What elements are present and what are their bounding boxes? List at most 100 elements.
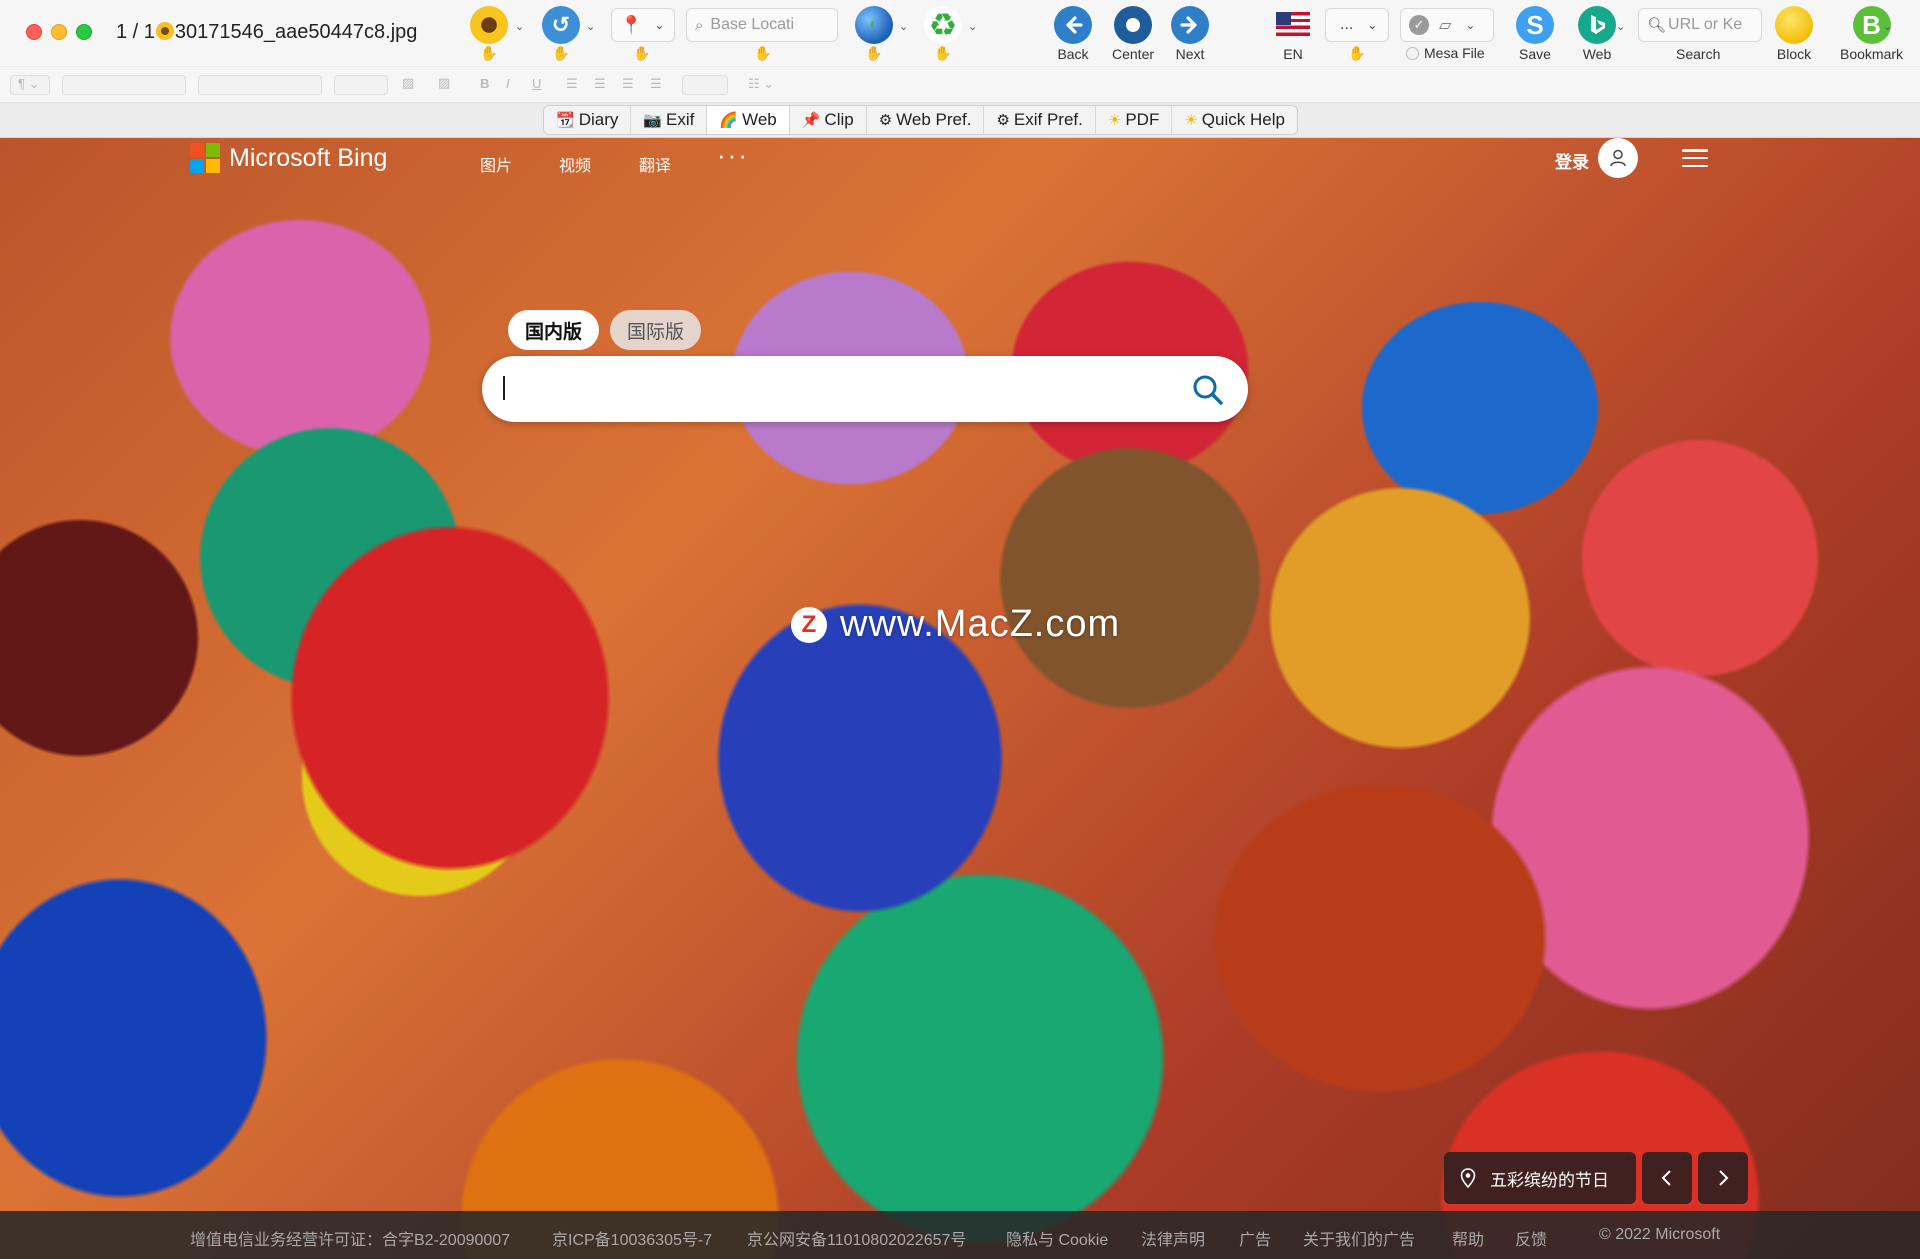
mesa-file-option[interactable]: Mesa File — [1406, 45, 1485, 61]
search-icon: ⌕ — [695, 16, 704, 34]
footer-privacy-link[interactable]: 隐私与 Cookie — [1006, 1226, 1108, 1250]
align-right-icon[interactable]: ☰ — [622, 76, 634, 92]
window-close-button[interactable] — [26, 24, 42, 40]
mesa-file-dropdown[interactable]: ✓ ▱ ⌄ — [1400, 8, 1494, 42]
next-image-button[interactable] — [1698, 1152, 1748, 1204]
list-icon[interactable]: ☷ ⌄ — [748, 76, 774, 92]
block-button[interactable]: Block — [1775, 6, 1813, 62]
tab-web[interactable]: 🌈 Web — [707, 106, 790, 134]
chevron-down-icon[interactable]: ⌄ — [1883, 20, 1892, 33]
footer: 增值电信业务经营许可证：合字B2-20090007 京ICP备10036305号… — [0, 1211, 1920, 1259]
search-icon[interactable] — [1190, 372, 1226, 408]
font-family-select[interactable] — [62, 75, 186, 95]
highlight-color-icon[interactable]: ▨ — [438, 75, 450, 91]
web-button[interactable]: Web — [1578, 6, 1616, 62]
tab-diary[interactable]: 📆 Diary — [544, 106, 632, 134]
font-style-select[interactable] — [198, 75, 322, 95]
avatar[interactable] — [1598, 138, 1638, 178]
window-zoom-button[interactable] — [76, 24, 92, 40]
microsoft-logo-icon — [190, 143, 220, 173]
font-size-select[interactable] — [334, 75, 388, 95]
save-label: Save — [1519, 46, 1551, 62]
nav-more-button[interactable]: ··· — [717, 140, 749, 171]
footer-icp-license[interactable]: 增值电信业务经营许可证：合字B2-20090007 — [190, 1226, 510, 1250]
mesa-file-label: Mesa File — [1424, 45, 1485, 61]
align-justify-icon[interactable]: ☰ — [650, 76, 662, 92]
footer-ads-link[interactable]: 广告 — [1239, 1226, 1271, 1250]
chevron-down-icon[interactable]: ⌄ — [586, 20, 595, 33]
tab-pdf[interactable]: ☀ PDF — [1096, 106, 1173, 134]
center-button[interactable]: Center — [1112, 6, 1154, 62]
chevron-down-icon[interactable]: ⌄ — [1616, 20, 1625, 33]
region-domestic-toggle[interactable]: 国内版 — [508, 310, 600, 350]
footer-icp-record[interactable]: 京ICP备10036305号-7 — [552, 1226, 712, 1250]
web-view: Microsoft Bing 图片 视频 翻译 ··· 登录 国内版 国际版 Z… — [0, 138, 1920, 1259]
language-button[interactable]: EN — [1276, 6, 1310, 62]
region-international-toggle[interactable]: 国际版 — [610, 310, 702, 350]
login-link[interactable]: 登录 — [1555, 148, 1589, 173]
bookmark-button[interactable]: B Bookmark — [1840, 6, 1903, 62]
more-options-dropdown[interactable]: ... ⌄ — [1325, 8, 1389, 42]
back-button[interactable]: Back — [1054, 6, 1092, 62]
skype-save-icon: S — [1516, 6, 1554, 44]
tab-clip[interactable]: 📌 Clip — [790, 106, 867, 134]
save-button[interactable]: S Save — [1516, 6, 1554, 62]
block-icon — [1775, 6, 1813, 44]
calendar-icon: 📆 — [556, 112, 575, 129]
tab-quick-help[interactable]: ☀ Quick Help — [1172, 106, 1297, 134]
previous-image-button[interactable] — [1642, 1152, 1692, 1204]
location-pin-icon — [1460, 1168, 1476, 1188]
bing-web-icon — [1578, 6, 1616, 44]
next-button[interactable]: Next — [1171, 6, 1209, 62]
url-search-field[interactable]: 🔍︎ URL or Ke — [1638, 8, 1762, 42]
rotate-tool[interactable]: ↺ ✋ — [542, 6, 580, 60]
globe-tool[interactable]: ◐ ✋ — [855, 6, 893, 60]
chevron-down-icon: ⌄ — [1465, 18, 1476, 32]
chevron-down-icon[interactable]: ⌄ — [515, 20, 524, 33]
sunflower-icon — [470, 6, 508, 44]
globe-icon: ◐ — [855, 6, 893, 44]
image-caption-button[interactable]: 五彩缤纷的节日 — [1444, 1152, 1636, 1204]
footer-police-record[interactable]: 京公网安备11010802022657号 — [747, 1226, 966, 1250]
chevron-down-icon: ⌄ — [1367, 18, 1378, 32]
tab-label: Web — [742, 110, 777, 129]
hamburger-menu-icon[interactable] — [1682, 149, 1708, 167]
tab-exif-pref[interactable]: ⚙ Exif Pref. — [984, 106, 1096, 134]
line-spacing-select[interactable] — [682, 75, 728, 95]
chevron-down-icon[interactable]: ⌄ — [899, 20, 908, 33]
gear-icon: ⚙ — [996, 112, 1010, 129]
footer-legal-link[interactable]: 法律声明 — [1141, 1226, 1205, 1250]
search-input[interactable] — [502, 372, 1142, 406]
footer-feedback-link[interactable]: 反馈 — [1515, 1226, 1547, 1250]
base-location-field[interactable]: ⌕ Base Locati — [686, 8, 838, 42]
chevron-left-icon — [1661, 1170, 1671, 1186]
bing-logo[interactable]: Microsoft Bing — [190, 143, 387, 173]
nav-translate[interactable]: 翻译 — [639, 152, 671, 176]
camera-icon: 📷 — [643, 112, 663, 129]
title-filename: 30171546_aae50447c8.jpg — [174, 21, 418, 43]
nav-videos[interactable]: 视频 — [559, 152, 591, 176]
nav-images[interactable]: 图片 — [480, 152, 512, 176]
recycle-tool[interactable]: ♻ ✋ — [924, 6, 962, 60]
tab-exif[interactable]: 📷 Exif — [631, 106, 708, 134]
window-minimize-button[interactable] — [51, 24, 67, 40]
sunflower-tool[interactable]: ✋ — [470, 6, 508, 60]
checkmark-icon: ✓ — [1409, 15, 1429, 35]
text-color-icon[interactable]: ▨ — [402, 75, 414, 91]
location-pin-dropdown[interactable]: 📍 ⌄ — [611, 8, 675, 42]
footer-help-link[interactable]: 帮助 — [1452, 1226, 1484, 1250]
italic-icon[interactable]: I — [506, 76, 510, 91]
bookmark-label: Bookmark — [1840, 46, 1904, 62]
footer-about-ads-link[interactable]: 关于我们的广告 — [1303, 1226, 1415, 1250]
align-left-icon[interactable]: ☰ — [566, 76, 578, 92]
sunflower-icon — [155, 22, 174, 40]
tab-web-pref[interactable]: ⚙ Web Pref. — [867, 106, 985, 134]
underline-icon[interactable]: U — [532, 76, 541, 91]
hand-icon: ✋ — [633, 45, 651, 61]
bold-icon[interactable]: B — [480, 76, 489, 91]
rotate-icon: ↺ — [542, 6, 580, 44]
search-box[interactable] — [482, 356, 1248, 422]
watermark: Z www.MacZ.com — [791, 603, 1120, 646]
align-center-icon[interactable]: ☰ — [594, 76, 606, 92]
chevron-down-icon[interactable]: ⌄ — [968, 20, 977, 33]
